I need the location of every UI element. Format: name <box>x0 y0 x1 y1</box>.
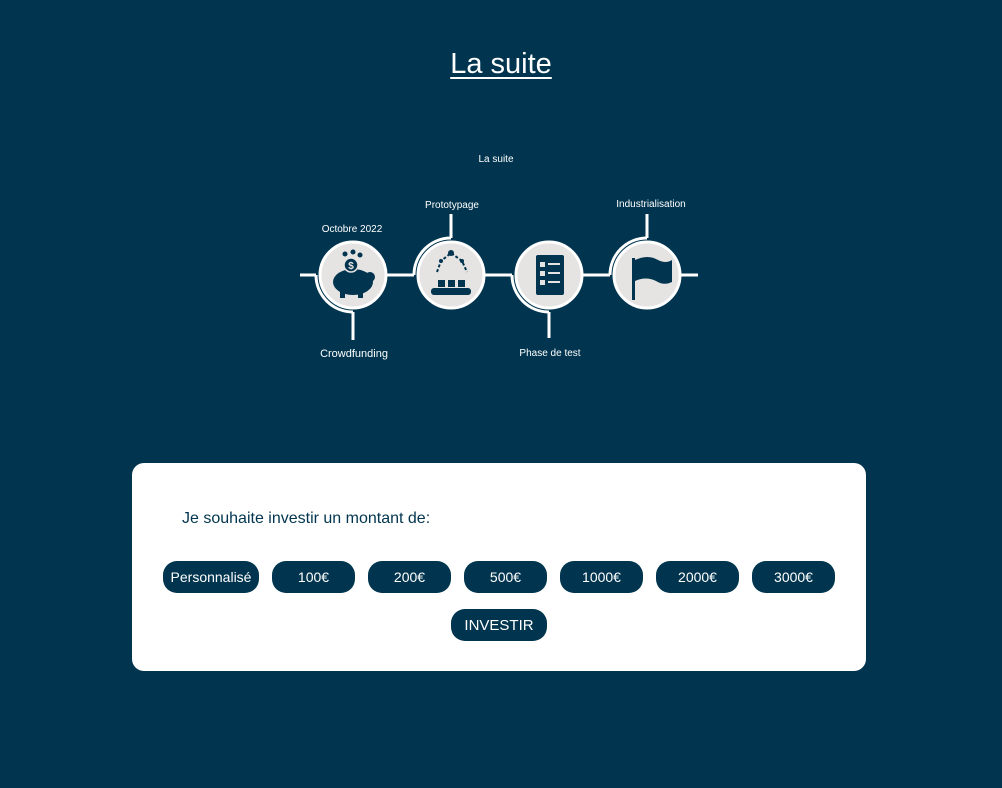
amount-custom-button[interactable]: Personnalisé <box>163 561 259 593</box>
amount-100-button[interactable]: 100€ <box>272 561 355 593</box>
amount-200-button[interactable]: 200€ <box>368 561 451 593</box>
roadmap-title: La suite <box>478 154 513 165</box>
amount-500-button[interactable]: 500€ <box>464 561 547 593</box>
invest-prompt: Je souhaite investir un montant de: <box>182 510 431 527</box>
roadmap-step-label: Industrialisation <box>616 199 685 210</box>
roadmap-step-label: Prototypage <box>425 200 479 211</box>
roadmap-step-phase-de-test: Phase de test <box>514 240 584 359</box>
amount-1000-button[interactable]: 1000€ <box>560 561 643 593</box>
amount-3000-button[interactable]: 3000€ <box>752 561 835 593</box>
invest-submit-button[interactable]: INVESTIR <box>451 609 547 641</box>
roadmap-step-date: Octobre 2022 <box>322 224 383 235</box>
invest-card: Je souhaite investir un montant de: Pers… <box>132 463 866 671</box>
roadmap-image: La suite $ Octobre 2022 Crowdfunding Pro… <box>296 140 706 370</box>
page-title: La suite <box>450 48 552 80</box>
amount-options: Personnalisé 100€ 200€ 500€ 1000€ 2000€ … <box>163 561 835 593</box>
roadmap-step-industrialisation: Industrialisation <box>612 199 686 310</box>
svg-text:$: $ <box>348 261 354 272</box>
amount-2000-button[interactable]: 2000€ <box>656 561 739 593</box>
roadmap-step-label: Phase de test <box>519 348 580 359</box>
checklist-icon <box>536 255 564 295</box>
roadmap-step-label: Crowdfunding <box>320 348 388 360</box>
